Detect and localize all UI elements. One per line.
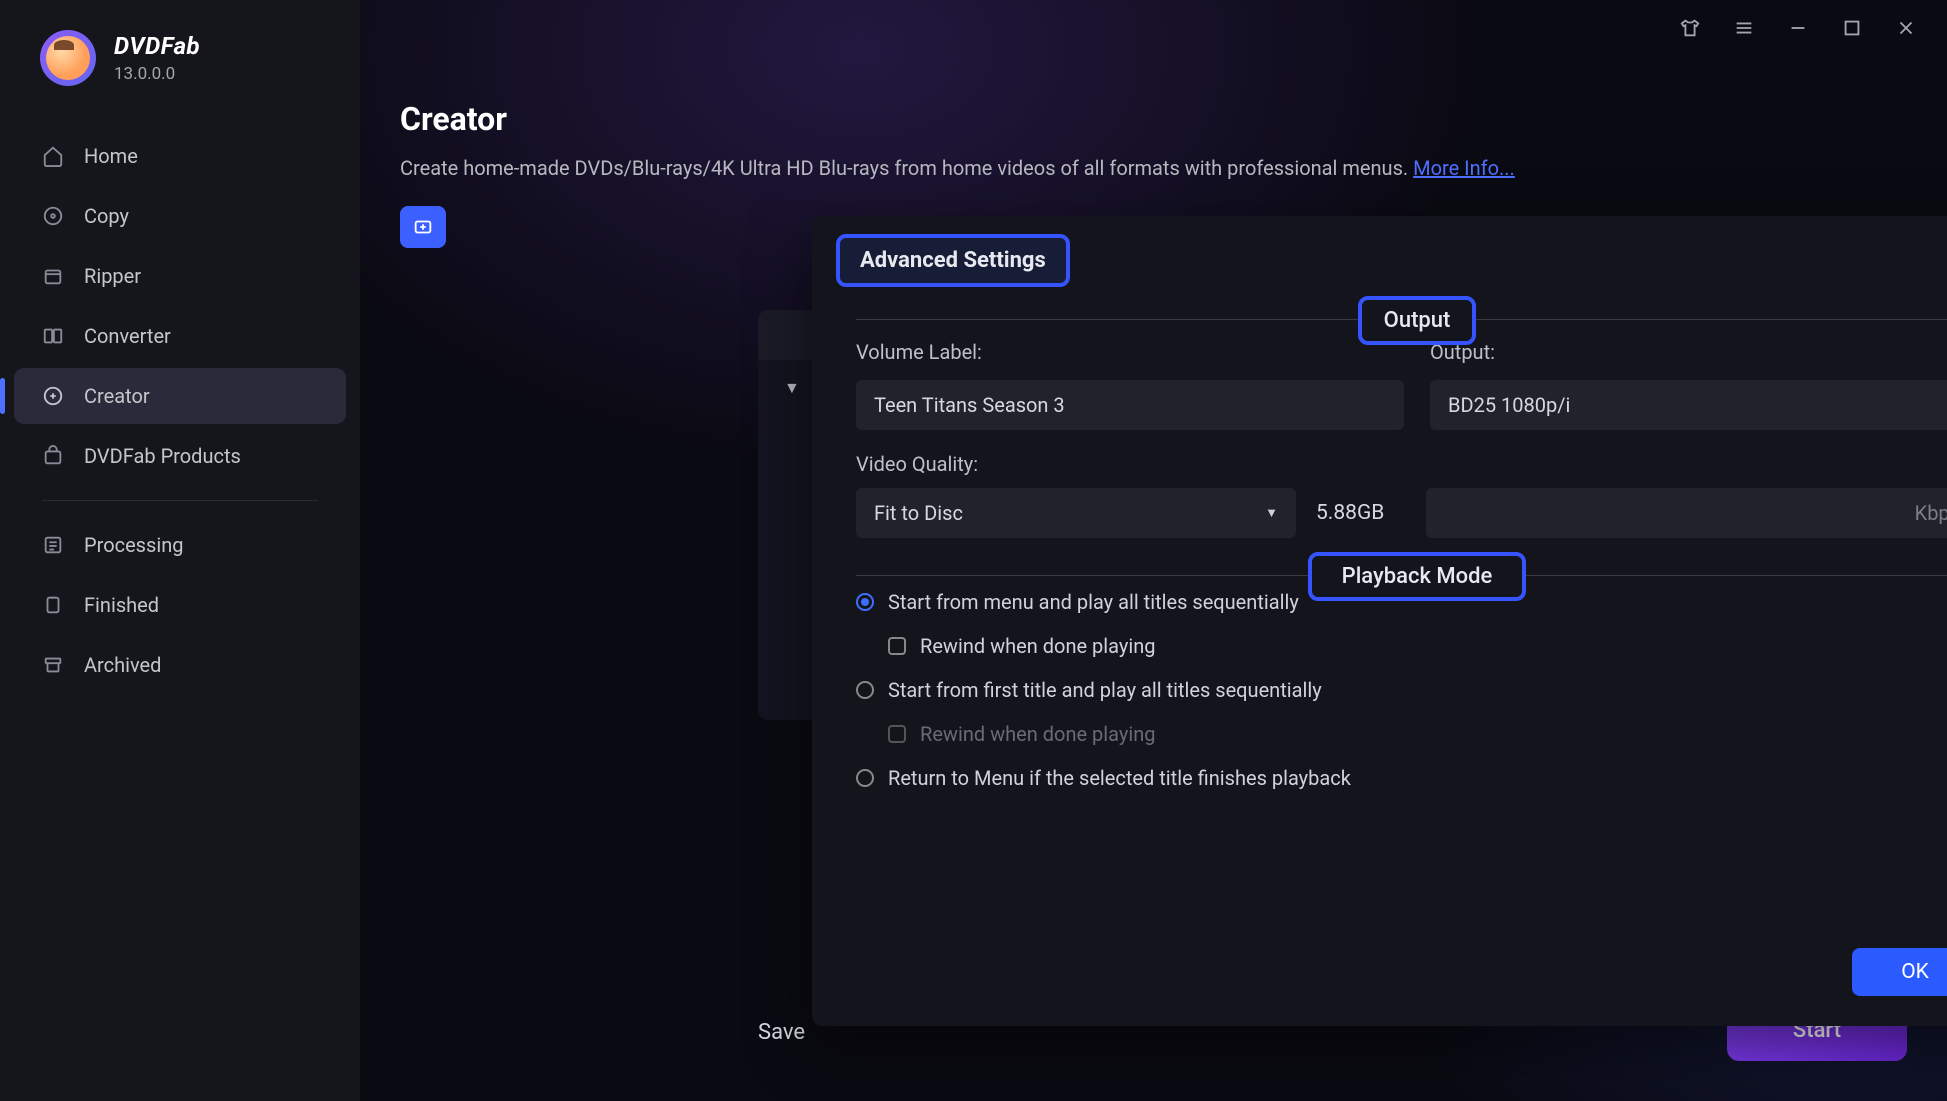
sidebar-item-finished[interactable]: Finished [14, 577, 346, 633]
advanced-settings-dialog: Advanced Settings ✕ Output Volume Label:… [812, 216, 1947, 1026]
estimated-size: 5.88GB [1316, 501, 1406, 525]
sidebar-item-creator[interactable]: Creator [14, 368, 346, 424]
tasks-icon [42, 534, 64, 556]
sidebar-item-label: Ripper [84, 264, 141, 288]
brand-logo-icon [40, 30, 96, 86]
checkbox-icon [888, 637, 906, 655]
menu-icon[interactable] [1731, 15, 1757, 41]
bitrate-input[interactable]: Kbps [1426, 488, 1947, 538]
radio-icon [856, 681, 874, 699]
ok-button[interactable]: OK [1852, 948, 1947, 996]
volume-label-input[interactable]: Teen Titans Season 3 [856, 380, 1404, 430]
close-icon[interactable] [1893, 15, 1919, 41]
box-icon [42, 265, 64, 287]
minimize-icon[interactable] [1785, 15, 1811, 41]
sidebar-item-home[interactable]: Home [14, 128, 346, 184]
sidebar-item-label: Finished [84, 593, 159, 617]
page-description: Create home-made DVDs/Blu-rays/4K Ultra … [400, 156, 1907, 180]
sidebar-separator [42, 500, 318, 501]
video-quality-caption: Video Quality: [856, 452, 978, 476]
sidebar-item-label: Processing [84, 533, 183, 557]
sidebar-item-copy[interactable]: Copy [14, 188, 346, 244]
playback-options: Start from menu and play all titles sequ… [856, 590, 1947, 790]
sidebar-item-label: DVDFab Products [84, 444, 241, 468]
add-source-button[interactable] [400, 206, 446, 248]
more-info-link[interactable]: More Info... [1413, 156, 1515, 180]
sidebar-item-ripper[interactable]: Ripper [14, 248, 346, 304]
window-controls [1677, 0, 1947, 56]
tshirt-icon[interactable] [1677, 15, 1703, 41]
sidebar-item-label: Creator [84, 384, 150, 408]
brand-version: 13.0.0.0 [114, 64, 200, 84]
sidebar-item-converter[interactable]: Converter [14, 308, 346, 364]
convert-icon [42, 325, 64, 347]
import-icon [412, 216, 434, 238]
brand-block: DVDFab 13.0.0.0 [0, 30, 360, 116]
archive-icon [42, 654, 64, 676]
sidebar-item-products[interactable]: DVDFab Products [14, 428, 346, 484]
checkbox-icon [888, 725, 906, 743]
section-output-label: Output [1358, 296, 1477, 345]
clipboard-icon [42, 594, 64, 616]
sidebar-item-label: Archived [84, 653, 161, 677]
sidebar-item-label: Home [84, 144, 138, 168]
output-select[interactable]: BD25 1080p/i ▼ [1430, 380, 1947, 430]
section-playback-divider: Playback Mode [856, 574, 1947, 576]
chevron-down-icon: ▼ [1265, 505, 1278, 521]
primary-nav: Home Copy Ripper Converter Creator DVDFa… [0, 116, 360, 705]
option-rewind-2: Rewind when done playing [888, 722, 1947, 746]
main-area: Creator Create home-made DVDs/Blu-rays/4… [360, 0, 1947, 1101]
maximize-icon[interactable] [1839, 15, 1865, 41]
home-icon [42, 145, 64, 167]
sidebar-item-processing[interactable]: Processing [14, 517, 346, 573]
section-output-divider: Output [856, 318, 1947, 320]
output-caption: Output: [1430, 340, 1947, 364]
brand-name: DVDFab [114, 32, 200, 60]
sidebar: DVDFab 13.0.0.0 Home Copy Ripper Convert… [0, 0, 360, 1101]
option-start-from-first[interactable]: Start from first title and play all titl… [856, 678, 1947, 702]
video-quality-select[interactable]: Fit to Disc ▼ [856, 488, 1296, 538]
chevron-down-icon[interactable]: ▼ [784, 378, 800, 398]
page-title: Creator [400, 100, 1907, 138]
disc-icon [42, 205, 64, 227]
sidebar-item-label: Converter [84, 324, 171, 348]
creator-icon [42, 385, 64, 407]
save-label: Save [758, 1020, 805, 1045]
option-return-to-menu[interactable]: Return to Menu if the selected title fin… [856, 766, 1947, 790]
sidebar-item-label: Copy [84, 204, 129, 228]
volume-label-caption: Volume Label: [856, 340, 1404, 364]
package-icon [42, 445, 64, 467]
radio-icon [856, 593, 874, 611]
radio-icon [856, 769, 874, 787]
dialog-title: Advanced Settings [836, 234, 1070, 287]
option-rewind-1[interactable]: Rewind when done playing [888, 634, 1947, 658]
sidebar-item-archived[interactable]: Archived [14, 637, 346, 693]
section-playback-label: Playback Mode [1308, 552, 1527, 601]
